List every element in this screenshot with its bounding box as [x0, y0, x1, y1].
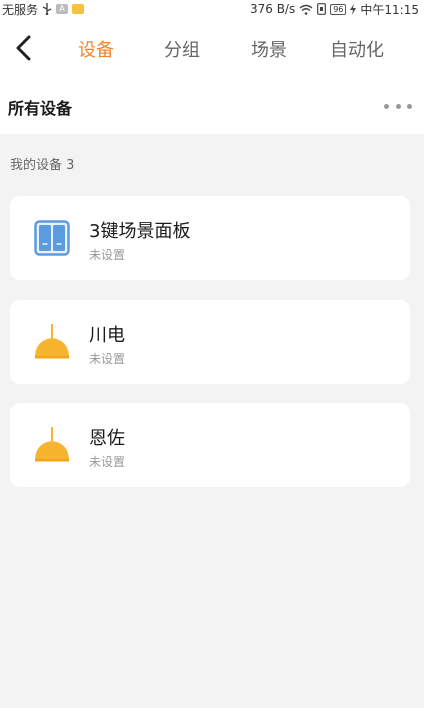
more-options-button[interactable]	[384, 98, 412, 114]
wifi-icon	[299, 4, 313, 15]
tab-scenes[interactable]: 场景	[251, 36, 287, 62]
top-navigation: 设备 分组 场景 自动化	[0, 18, 424, 80]
section-title: 所有设备	[8, 99, 73, 118]
device-card[interactable]: 川电 未设置	[10, 300, 410, 384]
carrier-text: 无服务	[2, 2, 39, 17]
more-dot-icon	[384, 103, 389, 109]
status-bar-left: 无服务 A	[2, 1, 85, 18]
lamp-icon	[32, 322, 72, 362]
tab-devices[interactable]: 设备	[78, 36, 114, 62]
charging-icon	[350, 3, 357, 15]
group-label: 我的设备 3	[10, 158, 75, 173]
lamp-icon	[32, 425, 72, 465]
more-dot-icon	[395, 103, 401, 109]
network-speed: 376 B/s	[249, 2, 296, 16]
device-name: 3键场景面板	[89, 221, 191, 242]
tab-groups[interactable]: 分组	[164, 36, 200, 62]
device-name: 恩佐	[89, 428, 125, 449]
device-status: 未设置	[89, 455, 126, 469]
more-dot-icon	[407, 103, 412, 109]
notification-app-icon: A	[56, 4, 69, 14]
scene-panel-icon	[32, 218, 72, 258]
device-name: 川电	[89, 325, 125, 346]
device-status: 未设置	[89, 248, 126, 262]
section-header: 所有设备	[0, 80, 424, 134]
sim-icon	[317, 3, 327, 15]
tab-automation[interactable]: 自动化	[330, 36, 384, 62]
battery-icon: 96	[330, 3, 347, 15]
message-icon	[72, 4, 85, 14]
back-button[interactable]	[8, 32, 40, 64]
device-card[interactable]: 3键场景面板 未设置	[10, 196, 410, 280]
chevron-left-icon	[16, 35, 31, 61]
status-bar: 无服务 A 376 B/s 96 中午11:15	[0, 0, 424, 18]
status-bar-right: 376 B/s 96 中午11:15	[250, 1, 419, 18]
clock-time: 中午11:15	[360, 2, 419, 17]
device-status: 未设置	[89, 352, 126, 366]
usb-icon	[42, 3, 52, 15]
device-card[interactable]: 恩佐 未设置	[10, 403, 410, 487]
